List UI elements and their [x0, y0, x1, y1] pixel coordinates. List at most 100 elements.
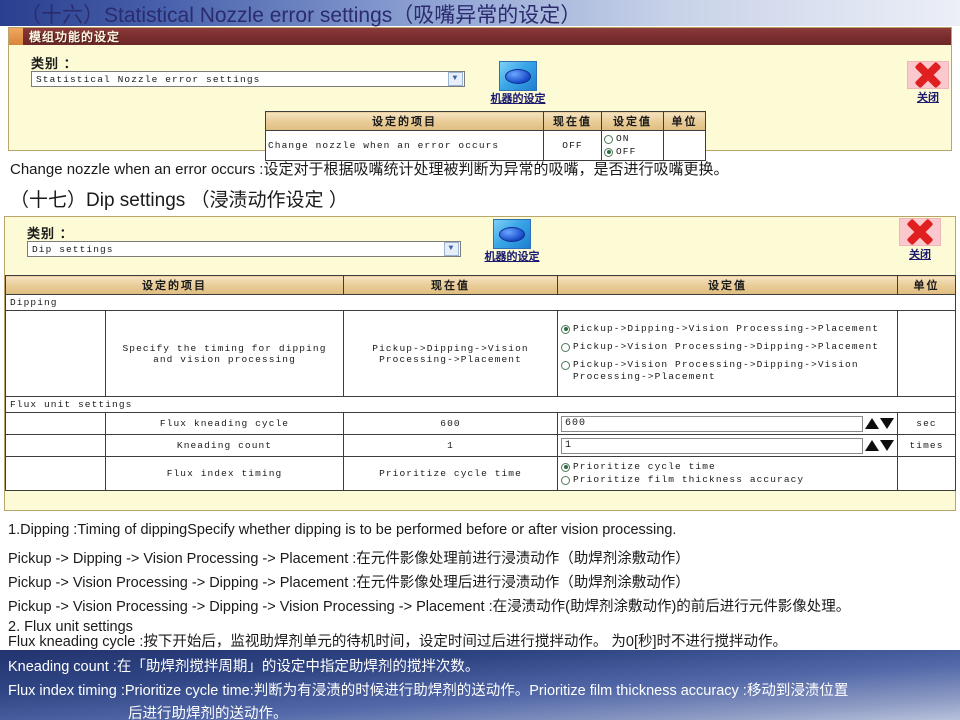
cell-item: Kneading count	[105, 434, 344, 457]
close-icon	[907, 61, 949, 89]
cell-item: Flux kneading cycle	[105, 412, 344, 435]
cell-spacer	[5, 412, 106, 435]
panel1-category-label: 类别 ：	[31, 56, 78, 71]
radio-icon[interactable]	[561, 324, 570, 334]
nozzle-change-radio-group[interactable]: ON OFF	[604, 133, 661, 159]
panel2-close-button[interactable]: 关闭	[891, 218, 949, 262]
panel1-category-select[interactable]: Statistical Nozzle error settings ▼	[31, 71, 465, 87]
page-title: （十六）Statistical Nozzle error settings（吸嘴…	[20, 4, 582, 27]
cell-setting: 1	[557, 434, 898, 457]
group-header-row-dipping: Dipping	[5, 294, 956, 311]
radio-icon[interactable]	[561, 462, 570, 472]
radio-label: ON	[616, 132, 630, 144]
radio-option-cycle-time[interactable]: Prioritize cycle time	[561, 461, 894, 474]
col-current: 现在值	[543, 111, 602, 131]
stepper-down-icon[interactable]	[880, 440, 894, 451]
col-setting: 设定值	[557, 275, 898, 295]
note-kneading-count: Kneading count :在「助焊剂搅拌周期」的设定中指定助焊剂的搅拌次数…	[8, 659, 480, 675]
table-row: Flux kneading cycle 600 600 sec	[5, 412, 956, 435]
cell-spacer	[5, 456, 106, 491]
group-label: Flux unit settings	[5, 396, 956, 413]
panel1-category-value: Statistical Nozzle error settings	[36, 73, 261, 85]
note-dipping-4: Pickup -> Vision Processing -> Dipping -…	[8, 599, 851, 615]
radio-label: Pickup->Dipping->Vision Processing->Plac…	[573, 322, 880, 334]
radio-label: Pickup->Vision Processing->Dipping->Plac…	[573, 340, 880, 352]
radio-option-on[interactable]: ON	[604, 133, 661, 146]
cell-unit	[897, 456, 956, 491]
flux-kneading-cycle-input[interactable]: 600	[561, 415, 863, 432]
nozzle-error-settings-table: 设定的项目 现在值 设定值 单位 Change nozzle when an e…	[265, 111, 706, 161]
radio-icon[interactable]	[561, 360, 570, 370]
col-item: 设定的项目	[5, 275, 344, 295]
machine-oval-glyph	[505, 68, 531, 84]
chevron-down-icon[interactable]: ▼	[448, 72, 463, 86]
panel2-category-label: 类别 ：	[27, 226, 74, 241]
chevron-down-icon[interactable]: ▼	[444, 242, 459, 256]
cell-current: OFF	[543, 130, 602, 161]
notes-dark-region: Kneading count :在「助焊剂搅拌周期」的设定中指定助焊剂的搅拌次数…	[0, 650, 960, 720]
machine-settings-label: 机器的设定	[484, 251, 540, 263]
table-row: Flux index timing Prioritize cycle time …	[5, 456, 956, 491]
cell-unit	[663, 130, 706, 161]
panel1-close-label: 关闭	[917, 92, 939, 104]
machine-settings-label: 机器的设定	[490, 93, 546, 105]
cell-current: Prioritize cycle time	[343, 456, 558, 491]
cell-item: Specify the timing for dipping and visio…	[105, 310, 344, 397]
radio-option-vision-both[interactable]: Pickup->Vision Processing->Dipping->Visi…	[561, 359, 894, 385]
cell-unit: sec	[897, 412, 956, 435]
stepper-up-icon[interactable]	[865, 418, 879, 429]
table-row: Change nozzle when an error occurs OFF O…	[265, 130, 706, 161]
nozzle-error-description: Change nozzle when an error occurs :设定对于…	[10, 161, 729, 178]
cell-setting: ON OFF	[601, 130, 664, 161]
cell-setting: Pickup->Dipping->Vision Processing->Plac…	[557, 310, 898, 397]
machine-settings-icon	[493, 219, 531, 249]
flux-kneading-cycle-stepper[interactable]: 600	[561, 415, 894, 432]
machine-settings-button[interactable]: 机器的设定	[469, 219, 555, 264]
module-function-settings-panel: 模组功能的设定 类别 ： Statistical Nozzle error se…	[8, 27, 952, 161]
table-header-row: 设定的项目 现在值 设定值 单位	[5, 275, 956, 295]
panel2-category-select[interactable]: Dip settings ▼	[27, 241, 461, 257]
radio-label: OFF	[616, 145, 637, 157]
cell-setting: 600	[557, 412, 898, 435]
panel1-titlebar: 模组功能的设定	[9, 28, 951, 45]
cell-unit: times	[897, 434, 956, 457]
stepper-down-icon[interactable]	[880, 418, 894, 429]
col-current: 现在值	[343, 275, 558, 295]
screenshot-root: （十六）Statistical Nozzle error settings（吸嘴…	[0, 0, 960, 720]
radio-option-vision-first[interactable]: Pickup->Vision Processing->Dipping->Plac…	[561, 341, 894, 354]
note-index-timing-cont: 后进行助焊剂的送动作。	[128, 706, 288, 720]
col-unit: 单位	[897, 275, 956, 295]
cell-spacer	[5, 310, 106, 397]
radio-icon[interactable]	[561, 475, 570, 485]
cell-spacer	[5, 434, 106, 457]
radio-icon[interactable]	[561, 342, 570, 352]
kneading-count-input[interactable]: 1	[561, 437, 863, 454]
group-label: Dipping	[5, 294, 956, 311]
cell-current: 600	[343, 412, 558, 435]
machine-settings-icon	[499, 61, 537, 91]
kneading-count-stepper[interactable]: 1	[561, 437, 894, 454]
group-header-row-flux: Flux unit settings	[5, 396, 956, 413]
radio-option-film-thickness[interactable]: Prioritize film thickness accuracy	[561, 474, 894, 487]
radio-icon[interactable]	[604, 134, 613, 144]
cell-setting: Prioritize cycle time Prioritize film th…	[557, 456, 898, 491]
flux-index-timing-radio-group[interactable]: Prioritize cycle time Prioritize film th…	[561, 461, 894, 487]
dip-timing-radio-group[interactable]: Pickup->Dipping->Vision Processing->Plac…	[561, 323, 894, 384]
radio-option-dip-first[interactable]: Pickup->Dipping->Vision Processing->Plac…	[561, 323, 894, 336]
radio-label: Pickup->Vision Processing->Dipping->Visi…	[573, 358, 859, 383]
stepper-up-icon[interactable]	[865, 440, 879, 451]
panel1-body: 类别 ： Statistical Nozzle error settings ▼…	[9, 45, 951, 161]
machine-settings-button[interactable]: 机器的设定	[475, 61, 561, 106]
radio-label: Prioritize film thickness accuracy	[573, 473, 805, 485]
radio-icon[interactable]	[604, 147, 613, 157]
machine-oval-glyph	[499, 226, 525, 242]
cell-current: Pickup->Dipping->Vision Processing->Plac…	[343, 310, 558, 397]
table-header-row: 设定的项目 现在值 设定值 单位	[265, 111, 706, 131]
radio-option-off[interactable]: OFF	[604, 146, 661, 159]
cell-current: 1	[343, 434, 558, 457]
panel2-body: 类别 ： Dip settings ▼ 机器的设定 关闭 设定的项目 现在值 设…	[5, 217, 956, 510]
cell-unit	[897, 310, 956, 397]
panel2-category-value: Dip settings	[32, 243, 114, 255]
panel2-close-label: 关闭	[909, 249, 931, 261]
panel1-close-button[interactable]: 关闭	[899, 61, 957, 105]
